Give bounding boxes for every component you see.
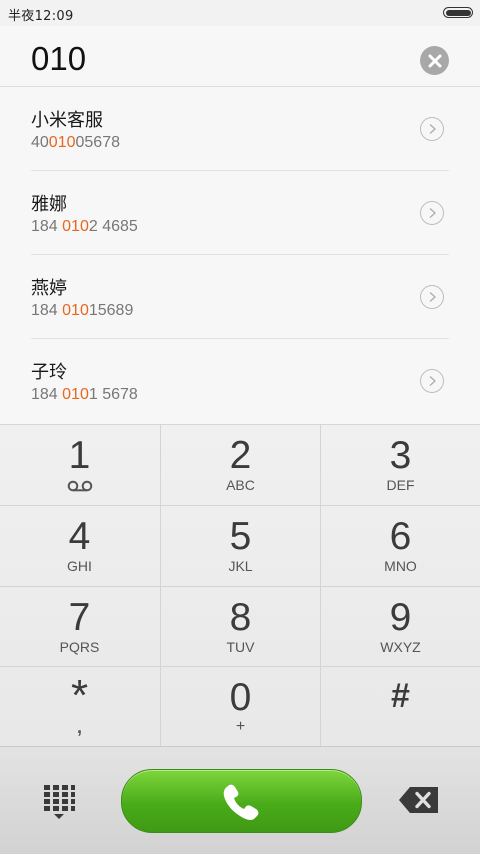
- chevron-right-icon: [429, 375, 437, 387]
- contact-detail-button[interactable]: [420, 369, 444, 393]
- keypad-toggle-button[interactable]: [42, 784, 76, 820]
- dialpad-icon: [44, 785, 75, 819]
- contact-number: 184 0101 5678: [31, 386, 138, 404]
- key-letters: TUV: [226, 639, 255, 655]
- number-suffix: 15689: [88, 302, 134, 319]
- contact-detail-button[interactable]: [420, 285, 444, 309]
- key-digit: 6: [389, 515, 412, 558]
- key-digit: #: [391, 677, 410, 715]
- key-digit: 8: [229, 596, 252, 639]
- contact-results-list: 小米客服 4001005678 雅娜 184 0102 4685 燕婷 184 …: [0, 87, 480, 423]
- number-match: 010: [62, 218, 89, 235]
- call-button[interactable]: [121, 769, 362, 833]
- contact-number: 184 01015689: [31, 302, 133, 320]
- key-letters: DEF: [386, 477, 415, 493]
- bottom-action-bar: [0, 746, 480, 854]
- key-digit: 4: [68, 515, 91, 558]
- status-bar: 半夜12:09: [0, 0, 480, 26]
- voicemail-icon: [67, 480, 93, 492]
- key-0[interactable]: 0 +: [161, 667, 320, 747]
- key-digit: 5: [229, 515, 252, 558]
- number-suffix: 2 4685: [88, 218, 138, 235]
- key-letters: GHI: [67, 558, 92, 574]
- contact-result-item[interactable]: 子玲 184 0101 5678: [0, 339, 480, 423]
- key-1[interactable]: 1: [0, 425, 159, 505]
- contact-result-item[interactable]: 雅娜 184 0102 4685: [0, 171, 480, 255]
- key-8[interactable]: 8 TUV: [161, 587, 320, 667]
- chevron-right-icon: [429, 291, 437, 303]
- contact-name: 燕婷: [31, 278, 67, 299]
- chevron-right-icon: [429, 207, 437, 219]
- number-suffix: 1 5678: [88, 386, 138, 403]
- backspace-button[interactable]: [398, 786, 440, 814]
- number-match: 010: [62, 302, 89, 319]
- contact-name: 雅娜: [31, 194, 67, 215]
- key-3[interactable]: 3 DEF: [321, 425, 480, 505]
- contact-detail-button[interactable]: [420, 117, 444, 141]
- key-letters: WXYZ: [380, 639, 421, 655]
- key-letters: PQRS: [59, 639, 100, 655]
- key-digit: 1: [68, 434, 91, 477]
- key-digit: 7: [68, 596, 91, 639]
- contact-result-item[interactable]: 小米客服 4001005678: [0, 87, 480, 171]
- contact-number: 184 0102 4685: [31, 218, 138, 236]
- key-digit: 3: [389, 434, 412, 477]
- number-prefix: 184: [31, 302, 63, 319]
- chevron-right-icon: [429, 123, 437, 135]
- number-prefix: 184: [31, 218, 63, 235]
- number-suffix: 05678: [75, 134, 121, 151]
- status-time: 半夜12:09: [8, 9, 74, 24]
- key-letters: ,: [76, 717, 82, 737]
- key-6[interactable]: 6 MNO: [321, 506, 480, 586]
- clear-icon: [428, 54, 441, 67]
- number-prefix: 184: [31, 386, 63, 403]
- key-star[interactable]: * ,: [0, 667, 159, 747]
- key-digit: *: [70, 671, 89, 720]
- contact-name: 子玲: [31, 362, 67, 383]
- key-digit: 2: [229, 434, 252, 477]
- contact-name: 小米客服: [31, 110, 103, 131]
- number-match: 010: [62, 386, 89, 403]
- key-9[interactable]: 9 WXYZ: [321, 587, 480, 667]
- key-digit: 9: [389, 596, 412, 639]
- number-prefix: 40: [31, 134, 49, 151]
- key-5[interactable]: 5 JKL: [161, 506, 320, 586]
- key-digit: 0: [229, 676, 252, 719]
- clear-button[interactable]: [420, 46, 449, 75]
- dial-number-field[interactable]: 010: [31, 40, 86, 78]
- phone-icon: [223, 784, 259, 820]
- key-letters: MNO: [384, 558, 417, 574]
- key-7[interactable]: 7 PQRS: [0, 587, 159, 667]
- contact-result-item[interactable]: 燕婷 184 01015689: [0, 255, 480, 339]
- dial-keypad: 1 2 ABC 3 DEF 4 GHI 5 JKL 6 MNO 7 PQRS 8…: [0, 424, 480, 747]
- key-4[interactable]: 4 GHI: [0, 506, 159, 586]
- contact-number: 4001005678: [31, 134, 120, 152]
- battery-icon: [443, 7, 473, 18]
- key-2[interactable]: 2 ABC: [161, 425, 320, 505]
- key-letters: +: [235, 718, 246, 735]
- contact-detail-button[interactable]: [420, 201, 444, 225]
- number-match: 010: [48, 134, 76, 151]
- backspace-icon: [399, 787, 438, 813]
- key-letters: JKL: [228, 558, 253, 574]
- key-letters: ABC: [226, 477, 255, 493]
- dial-input-row: 010: [0, 26, 480, 87]
- key-hash[interactable]: #: [321, 667, 480, 747]
